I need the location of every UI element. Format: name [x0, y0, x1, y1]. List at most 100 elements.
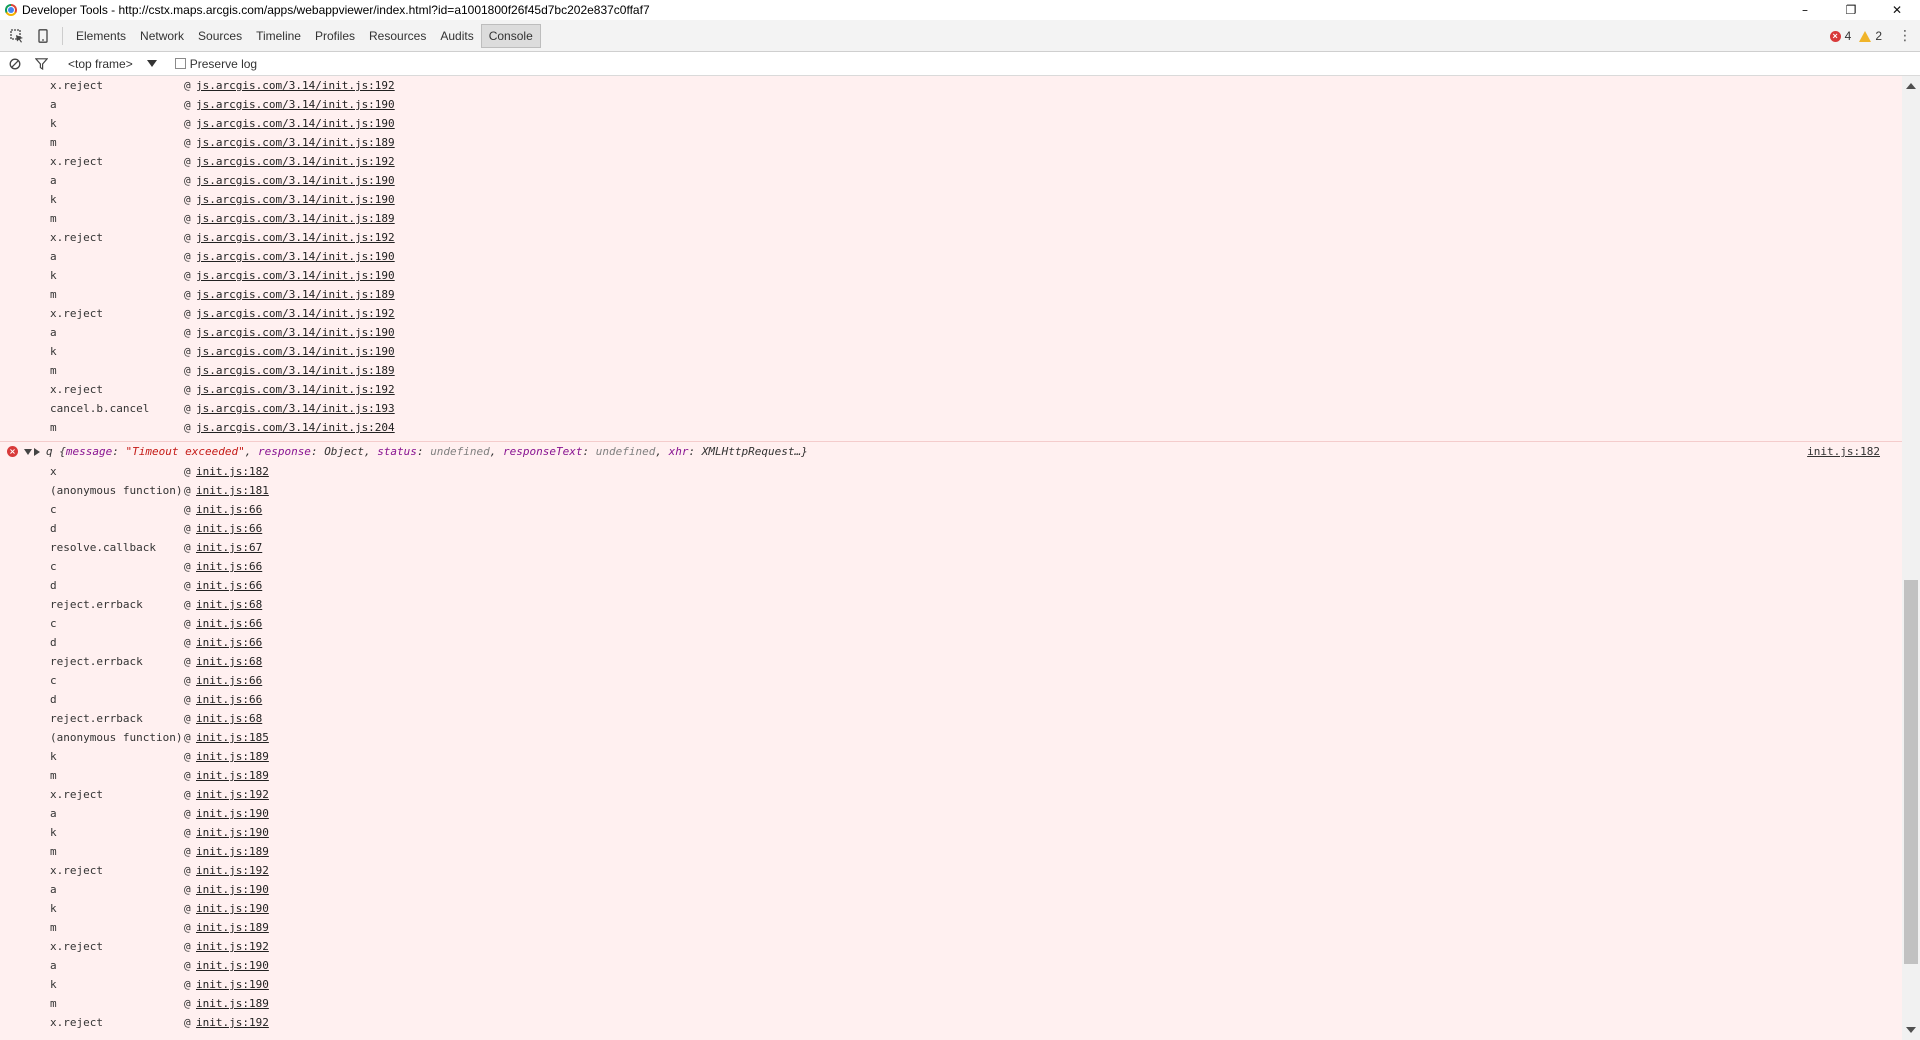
preserve-log-checkbox[interactable] — [174, 58, 186, 69]
more-options-icon[interactable]: ⋮ — [1898, 20, 1912, 52]
frame-source-link[interactable]: init.js:68 — [196, 652, 262, 671]
console-output[interactable]: x.reject @ js.arcgis.com/3.14/init.js:192 a… — [0, 76, 1902, 1040]
frame-source-link[interactable]: init.js:68 — [196, 595, 262, 614]
frame-at: @ — [184, 98, 191, 111]
frame-source-link[interactable]: js.arcgis.com/3.14/init.js:190 — [196, 114, 395, 133]
frame-source-link[interactable]: js.arcgis.com/3.14/init.js:190 — [196, 342, 395, 361]
tab-elements[interactable]: Elements — [69, 24, 133, 48]
frame-source-link[interactable]: init.js:192 — [196, 861, 269, 880]
frame-function: m — [50, 288, 57, 301]
close-button[interactable]: ✕ — [1874, 0, 1920, 20]
frame-source-link[interactable]: js.arcgis.com/3.14/init.js:189 — [196, 285, 395, 304]
tab-profiles[interactable]: Profiles — [308, 24, 362, 48]
frame-source-link[interactable]: init.js:66 — [196, 633, 262, 652]
frame-at: @ — [184, 212, 191, 225]
frame-source-link[interactable]: init.js:189 — [196, 842, 269, 861]
frame-source-link[interactable]: js.arcgis.com/3.14/init.js:189 — [196, 361, 395, 380]
frame-function: c — [50, 503, 57, 516]
frame-source-link[interactable]: js.arcgis.com/3.14/init.js:189 — [196, 209, 395, 228]
tab-sources[interactable]: Sources — [191, 24, 249, 48]
frame-source-link[interactable]: init.js:66 — [196, 557, 262, 576]
frame-source-link[interactable]: js.arcgis.com/3.14/init.js:192 — [196, 380, 395, 399]
frame-source-link[interactable]: init.js:189 — [196, 918, 269, 937]
frame-source-link[interactable]: init.js:185 — [196, 728, 269, 747]
frame-source-link[interactable]: init.js:66 — [196, 500, 262, 519]
tab-resources[interactable]: Resources — [362, 24, 433, 48]
frame-source-link[interactable]: js.arcgis.com/3.14/init.js:192 — [196, 228, 395, 247]
stack-frame: c @ init.js:66 — [0, 614, 1902, 633]
frame-function: a — [50, 959, 57, 972]
tab-console[interactable]: Console — [480, 23, 541, 48]
frame-source-link[interactable]: init.js:181 — [196, 481, 269, 500]
inspect-element-icon[interactable] — [4, 23, 30, 49]
console-scrollbar[interactable] — [1902, 76, 1920, 1040]
devtools-tab-bar: Elements Network Sources Timeline Profil… — [0, 20, 1920, 52]
frame-source-link[interactable]: init.js:189 — [196, 994, 269, 1013]
frame-source-link[interactable]: init.js:190 — [196, 823, 269, 842]
frame-source-link[interactable]: init.js:66 — [196, 671, 262, 690]
frame-function: x.reject — [50, 864, 103, 877]
frame-source-link[interactable]: init.js:192 — [196, 937, 269, 956]
frame-function: k — [50, 826, 57, 839]
frame-source-link[interactable]: init.js:67 — [196, 538, 262, 557]
scroll-down-icon[interactable] — [1906, 1027, 1916, 1033]
frame-function: d — [50, 693, 57, 706]
frame-source-link[interactable]: js.arcgis.com/3.14/init.js:190 — [196, 171, 395, 190]
frame-source-link[interactable]: js.arcgis.com/3.14/init.js:189 — [196, 133, 395, 152]
frame-at: @ — [184, 788, 191, 801]
scroll-up-icon[interactable] — [1906, 83, 1916, 89]
clear-console-icon[interactable] — [2, 51, 28, 77]
frame-source-link[interactable]: init.js:190 — [196, 956, 269, 975]
tab-timeline[interactable]: Timeline — [249, 24, 308, 48]
device-mode-icon[interactable] — [30, 23, 56, 49]
prop-value: undefined — [430, 445, 490, 458]
frame-source-link[interactable]: js.arcgis.com/3.14/init.js:190 — [196, 95, 395, 114]
frame-source-link[interactable]: init.js:189 — [196, 747, 269, 766]
frame-source-link[interactable]: js.arcgis.com/3.14/init.js:204 — [196, 418, 395, 437]
frame-at: @ — [184, 364, 191, 377]
frame-source-link[interactable]: init.js:66 — [196, 690, 262, 709]
scrollbar-thumb[interactable] — [1904, 580, 1918, 964]
frame-source-link[interactable]: js.arcgis.com/3.14/init.js:192 — [196, 152, 395, 171]
frame-at: @ — [184, 231, 191, 244]
stack-frame: k @ init.js:190 — [0, 823, 1902, 842]
frame-source-link[interactable]: js.arcgis.com/3.14/init.js:190 — [196, 190, 395, 209]
frame-source-link[interactable]: init.js:190 — [196, 899, 269, 918]
issue-counts[interactable]: × 4 2 — [1829, 20, 1882, 52]
frame-source-link[interactable]: init.js:190 — [196, 804, 269, 823]
stack-frame: x.reject @ js.arcgis.com/3.14/init.js:192 — [0, 304, 1902, 323]
frame-source-link[interactable]: js.arcgis.com/3.14/init.js:190 — [196, 266, 395, 285]
frame-source-link[interactable]: init.js:190 — [196, 975, 269, 994]
preserve-log-toggle[interactable]: Preserve log — [174, 57, 257, 71]
frame-source-link[interactable]: js.arcgis.com/3.14/init.js:192 — [196, 304, 395, 323]
frame-at: @ — [184, 750, 191, 763]
error-source-link[interactable]: init.js:182 — [1807, 442, 1880, 462]
tab-audits[interactable]: Audits — [433, 24, 480, 48]
error-message[interactable]: × q {message: "Timeout exceeded", respon… — [0, 442, 1902, 462]
frame-source-link[interactable]: init.js:182 — [196, 462, 269, 481]
expand-object-icon[interactable] — [34, 448, 40, 456]
frame-source-link[interactable]: init.js:66 — [196, 576, 262, 595]
frame-source-link[interactable]: init.js:192 — [196, 1013, 269, 1032]
frame-source-link[interactable]: js.arcgis.com/3.14/init.js:190 — [196, 247, 395, 266]
frame-source-link[interactable]: init.js:190 — [196, 880, 269, 899]
stack-frame: a @ js.arcgis.com/3.14/init.js:190 — [0, 171, 1902, 190]
frame-selector[interactable]: <top frame> — [68, 57, 157, 71]
frame-function: (anonymous function) — [50, 731, 183, 744]
frame-at: @ — [184, 117, 191, 130]
stack-frame: d @ init.js:66 — [0, 690, 1902, 709]
restore-button[interactable]: ❐ — [1828, 0, 1874, 20]
frame-source-link[interactable]: js.arcgis.com/3.14/init.js:193 — [196, 399, 395, 418]
frame-source-link[interactable]: init.js:189 — [196, 766, 269, 785]
minimize-button[interactable]: – — [1782, 0, 1828, 20]
frame-source-link[interactable]: init.js:192 — [196, 785, 269, 804]
tab-network[interactable]: Network — [133, 24, 191, 48]
frame-source-link[interactable]: js.arcgis.com/3.14/init.js:192 — [196, 76, 395, 95]
frame-source-link[interactable]: init.js:66 — [196, 519, 262, 538]
frame-source-link[interactable]: init.js:66 — [196, 614, 262, 633]
frame-selector-value: <top frame> — [68, 56, 133, 71]
expand-stack-icon[interactable] — [24, 449, 32, 455]
filter-icon[interactable] — [28, 51, 54, 77]
frame-source-link[interactable]: js.arcgis.com/3.14/init.js:190 — [196, 323, 395, 342]
frame-source-link[interactable]: init.js:68 — [196, 709, 262, 728]
